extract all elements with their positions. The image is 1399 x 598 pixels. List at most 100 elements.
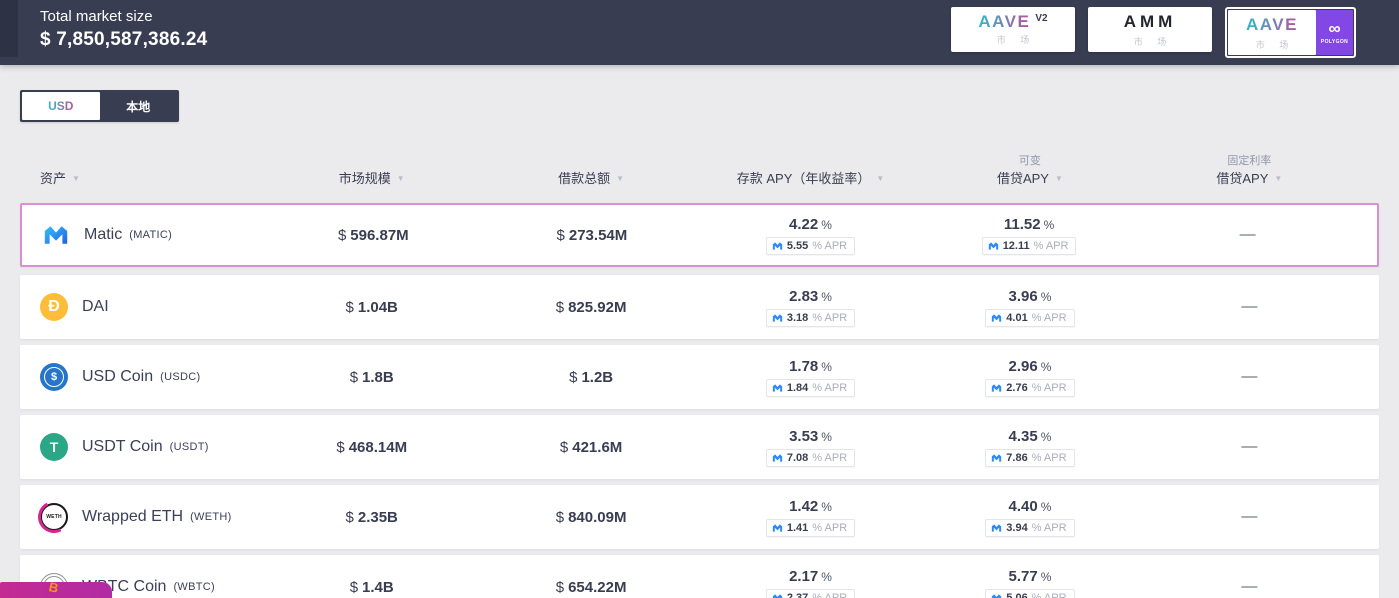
matic-mini-icon — [992, 313, 1002, 322]
table-row[interactable]: $ USD Coin (USDC) $ 1.8B $ 1.2B 1.78 % 1… — [20, 345, 1379, 409]
header-stable-borrow-apy[interactable]: 固定利率 借贷APY ▼ — [1140, 152, 1359, 196]
currency-sign: $ — [345, 298, 354, 316]
market-size-value: 468.14M — [348, 438, 408, 456]
deposit-reward-apr-value: 2.37 — [786, 591, 809, 598]
stable-borrow-apy-cell: — — [1140, 438, 1359, 456]
market-button-aave-polygon-selected[interactable]: AAVE 市 场 ∞ POLYGON — [1225, 7, 1356, 58]
variable-reward-apr-badge: 2.76 % APR — [985, 378, 1075, 397]
matic-mini-icon — [988, 241, 998, 250]
deposit-reward-apr-badge: 3.18 % APR — [765, 308, 856, 327]
variable-apy-value: 4.40 — [1008, 497, 1038, 515]
deposit-apy-cell: 3.53 % 7.08 % APR — [701, 428, 920, 467]
asset-name: USD Coin — [82, 368, 154, 385]
asset-coin-icon: Ð — [40, 293, 68, 321]
currency-sign: $ — [559, 438, 569, 456]
market-size-value: 596.87M — [350, 226, 409, 244]
asset-coin-icon: $ — [40, 363, 68, 391]
deposit-reward-apr-value: 3.18 — [786, 311, 809, 324]
stable-borrow-apy-cell: — — [1140, 508, 1359, 526]
total-borrowed-value: 654.22M — [568, 578, 627, 596]
aave-polygon-left[interactable]: AAVE 市 场 — [1228, 10, 1316, 55]
asset-symbol: (USDC) — [160, 371, 201, 383]
currency-sign: $ — [555, 298, 565, 316]
stable-borrow-apy-cell: — — [1138, 226, 1357, 244]
apr-suffix: % APR — [812, 311, 848, 324]
coin-glyph: Ð — [48, 298, 60, 315]
market-size-cell: $ 1.04B — [262, 299, 481, 316]
deposit-reward-apr-badge: 2.37 % APR — [765, 588, 856, 598]
deposit-reward-apr-value: 5.55 — [786, 239, 809, 252]
percent-sign: % — [1040, 429, 1052, 444]
market-size-value: 1.8B — [362, 368, 394, 386]
header-variable-borrow-apy[interactable]: 可变 借贷APY ▼ — [920, 152, 1139, 196]
header-left-strip — [0, 0, 18, 57]
market-button-amm[interactable]: AMM 市 场 — [1088, 7, 1212, 52]
percent-sign: % — [821, 217, 832, 232]
percent-sign: % — [1040, 569, 1052, 584]
total-borrowed-value: 1.2B — [581, 368, 614, 386]
currency-sign: $ — [556, 226, 565, 244]
total-borrowed-cell: $ 421.6M — [481, 439, 700, 456]
sort-arrow-icon: ▼ — [616, 174, 625, 184]
total-borrowed-cell: $ 840.09M — [481, 509, 700, 526]
apr-suffix: % APR — [1031, 381, 1067, 394]
total-borrowed-cell: $ 273.54M — [483, 227, 702, 244]
apr-suffix: % APR — [812, 239, 848, 252]
sort-arrow-icon: ▼ — [876, 174, 885, 184]
matic-mini-icon — [992, 523, 1002, 532]
asset-name: Matic — [84, 226, 123, 243]
asset-coin-icon: WETH — [40, 503, 68, 531]
amm-logo-text: AMM — [1123, 11, 1177, 31]
stable-apy-dash: — — [1241, 578, 1258, 595]
stable-apy-dash: — — [1241, 508, 1258, 525]
apr-suffix: % APR — [1033, 239, 1069, 252]
percent-sign: % — [821, 499, 832, 514]
table-row[interactable]: Ð DAI $ 1.04B $ 825.92M 2.83 % 3.18 % AP… — [20, 275, 1379, 339]
apr-suffix: % APR — [812, 521, 848, 534]
percent-sign: % — [1043, 217, 1055, 232]
asset-cell: T USDT Coin (USDT) — [20, 433, 262, 461]
asset-cell: WETH Wrapped ETH (WETH) — [20, 503, 262, 531]
header-total-borrowed-label: 借款总额 — [558, 171, 611, 187]
currency-sign: $ — [345, 508, 354, 526]
sort-arrow-icon: ▼ — [72, 174, 80, 184]
variable-reward-apr-value: 3.94 — [1006, 521, 1028, 534]
matic-mini-icon — [992, 453, 1002, 462]
sort-arrow-icon: ▼ — [396, 174, 405, 184]
header-market-size[interactable]: 市场规模 ▼ — [262, 171, 481, 196]
header-deposit-apy[interactable]: 存款 APY（年收益率） ▼ — [701, 171, 920, 196]
asset-symbol: (USDT) — [169, 441, 209, 453]
header-total-borrowed[interactable]: 借款总额 ▼ — [481, 171, 700, 196]
deposit-reward-apr-value: 1.41 — [786, 521, 809, 534]
aave-v2-logo: AAVE V2 — [978, 13, 1047, 30]
currency-sign: $ — [336, 438, 345, 456]
currency-sign: $ — [349, 578, 359, 596]
deposit-reward-apr-badge: 1.84 % APR — [765, 378, 856, 397]
currency-option-usd[interactable]: USD — [22, 92, 100, 120]
deposit-apy-value: 1.78 — [789, 357, 819, 375]
header-asset[interactable]: 资产 ▼ — [20, 171, 262, 196]
markets-table: 资产 ▼ 市场规模 ▼ 借款总额 ▼ 存款 APY（年收益率） ▼ 可变 借贷A… — [20, 150, 1379, 598]
market-subtitle: 市 场 — [996, 35, 1036, 45]
table-row[interactable]: WETH Wrapped ETH (WETH) $ 2.35B $ 840.09… — [20, 485, 1379, 549]
variable-borrow-apy-cell: 4.40 % 3.94 % APR — [920, 498, 1139, 537]
table-row[interactable]: B WBTC Coin (WBTC) $ 1.4B $ 654.22M 2.17… — [20, 555, 1379, 598]
apr-suffix: % APR — [812, 451, 848, 464]
currency-option-local[interactable]: 本地 — [100, 92, 178, 120]
matic-mini-icon — [772, 313, 783, 322]
table-row[interactable]: T USDT Coin (USDT) $ 468.14M $ 421.6M 3.… — [20, 415, 1379, 479]
apr-suffix: % APR — [812, 591, 848, 598]
market-button-aave-v2[interactable]: AAVE V2 市 场 — [951, 7, 1075, 52]
deposit-apy-value: 3.53 — [789, 427, 819, 445]
percent-sign: % — [821, 289, 832, 304]
table-row[interactable]: Matic (MATIC) $ 596.87M $ 273.54M 4.22 %… — [20, 203, 1379, 267]
percent-sign: % — [1040, 499, 1052, 514]
variable-borrow-apy-cell: 3.96 % 4.01 % APR — [920, 288, 1139, 327]
asset-symbol: (WBTC) — [173, 581, 215, 593]
deposit-apy-cell: 2.83 % 3.18 % APR — [701, 288, 920, 327]
market-subtitle: 市 场 — [1255, 39, 1295, 50]
total-borrowed-value: 840.09M — [568, 508, 627, 526]
aave-polygon-composite: AAVE 市 场 ∞ POLYGON — [1228, 10, 1353, 55]
market-size-value: 2.35B — [357, 508, 398, 526]
asset-name: DAI — [82, 298, 109, 315]
